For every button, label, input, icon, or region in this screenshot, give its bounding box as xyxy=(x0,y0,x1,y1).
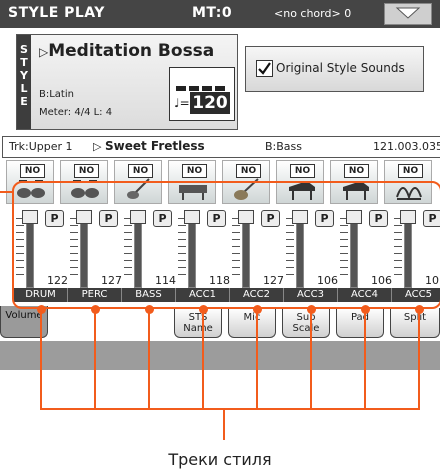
mute-badge: NO xyxy=(74,164,99,178)
callout-line xyxy=(94,309,96,409)
track-info-line[interactable]: Trk:Upper 1 ▷ Sweet Fretless B:Bass 121.… xyxy=(2,136,440,158)
original-style-sounds-label: Original Style Sounds xyxy=(276,61,405,75)
sound-name: Sweet Fretless xyxy=(105,139,205,153)
callout-line xyxy=(256,309,258,409)
style-side-label: S T Y L E xyxy=(17,35,31,129)
style-letter: Y xyxy=(20,69,28,82)
tab-label: Scale xyxy=(292,323,320,334)
callout-line xyxy=(310,309,312,409)
callout-line xyxy=(418,309,420,409)
tab-label: Name xyxy=(183,323,213,334)
original-style-sounds-checkbox[interactable] xyxy=(256,60,273,77)
callout-line xyxy=(148,309,150,409)
play-arrow-icon: ▷ xyxy=(39,45,49,59)
callout-stem xyxy=(223,408,225,440)
style-area[interactable]: S T Y L E ▷Meditation Bossa B:Latin Mete… xyxy=(16,34,238,130)
tab-pad[interactable]: Pad xyxy=(336,308,384,338)
sound-bank: B:Bass xyxy=(265,140,303,153)
callout-connector xyxy=(0,191,14,193)
tab-mic[interactable]: Mic xyxy=(228,308,276,338)
page-menu-button[interactable] xyxy=(384,3,432,25)
tab-label: STS xyxy=(188,312,208,323)
style-letter: L xyxy=(20,82,28,95)
tab-bar: Volume STS Name Mic Sub Scale Pad Split xyxy=(0,306,440,340)
tab-sts-name[interactable]: STS Name xyxy=(174,308,222,338)
chord-display: <no chord> 0 xyxy=(274,7,352,20)
mute-badge: NO xyxy=(344,164,369,178)
tab-label: Sub xyxy=(296,312,316,323)
top-bar: STYLE PLAY MT:0 <no chord> 0 xyxy=(0,0,440,28)
bottom-bar xyxy=(0,341,440,370)
play-arrow-icon: ▷ xyxy=(93,140,102,153)
mute-badge: NO xyxy=(20,164,45,178)
mute-badge: NO xyxy=(236,164,261,178)
style-letter: E xyxy=(20,95,28,108)
mute-badge: NO xyxy=(398,164,423,178)
tempo-display[interactable]: ♩= 120 xyxy=(169,67,235,121)
triangle-down-icon xyxy=(395,7,421,19)
style-tracks-highlight xyxy=(12,181,440,309)
callout-line xyxy=(202,309,204,409)
program-number: 121.003.035 xyxy=(373,140,440,153)
mt-indicator: MT:0 xyxy=(192,5,233,21)
callout-line xyxy=(40,309,42,409)
tempo-value: 120 xyxy=(190,92,230,114)
style-bank: B:Latin xyxy=(39,89,74,100)
mute-badge: NO xyxy=(290,164,315,178)
tab-sub-scale[interactable]: Sub Scale xyxy=(282,308,330,338)
page-title: STYLE PLAY xyxy=(8,5,105,21)
check-icon xyxy=(258,62,271,75)
tempo-symbol: ♩= xyxy=(174,96,190,110)
style-name[interactable]: ▷Meditation Bossa xyxy=(39,41,214,61)
mute-badge: NO xyxy=(128,164,153,178)
callout-bracket xyxy=(40,408,420,410)
callout-line xyxy=(364,309,366,409)
style-letter: S xyxy=(20,43,28,56)
tab-label: Split xyxy=(403,312,427,323)
tab-split[interactable]: Split xyxy=(390,308,440,338)
style-meter: Meter: 4/4 L: 4 xyxy=(39,107,113,118)
style-name-text: Meditation Bossa xyxy=(48,41,215,61)
mute-badge: NO xyxy=(182,164,207,178)
original-style-sounds-button[interactable]: Original Style Sounds xyxy=(245,46,424,92)
caption: Треки стиля xyxy=(168,450,272,469)
track-name: Trk:Upper 1 xyxy=(9,140,73,153)
style-letter: T xyxy=(20,56,28,69)
